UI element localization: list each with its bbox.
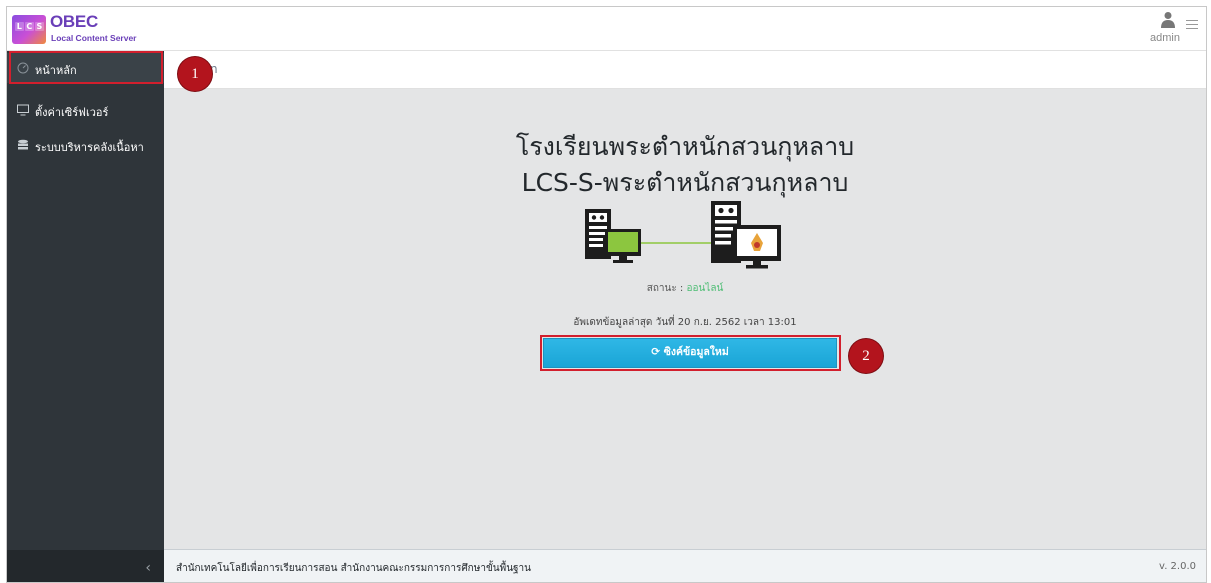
status-label: สถานะ : (646, 283, 684, 294)
central-server-icon (711, 201, 781, 269)
badge-letter: C (25, 22, 34, 31)
database-icon (18, 139, 28, 150)
sidebar: หน้าหลัก ตั้งค่าเซิร์ฟเวอร์ ระบบบริหารคล… (7, 51, 164, 582)
server-connection-diagram (585, 201, 781, 269)
highlight-box-home (9, 51, 163, 84)
badge-letter: L (15, 22, 24, 31)
user-menu[interactable]: admin (1148, 11, 1198, 47)
app-window: LCS OBEC Local Content Server admin หน้า… (6, 6, 1207, 583)
step-marker-1: 1 (178, 57, 212, 91)
logo-subtitle: Local Content Server (51, 33, 137, 43)
footer: สำนักเทคโนโลยีเพื่อการเรียนการสอน สำนักง… (164, 549, 1206, 582)
local-server-icon (585, 209, 641, 263)
chevron-left-icon: ‹ (145, 560, 151, 576)
sidebar-item-server-settings[interactable]: ตั้งค่าเซิร์ฟเวอร์ (7, 95, 164, 125)
highlight-box-sync (540, 335, 841, 371)
server-status: สถานะ : ออนไลน์ (164, 281, 1206, 296)
app-logo[interactable]: LCS OBEC Local Content Server (12, 12, 162, 46)
main-content: โรงเรียนพระตำหนักสวนกุหลาบ LCS-S-พระตำหน… (164, 89, 1206, 549)
app-version: v. 2.0.0 (1159, 561, 1196, 572)
server-name-heading: LCS-S-พระตำหนักสวนกุหลาบ (521, 168, 849, 197)
sidebar-minimizer[interactable]: ‹ (7, 550, 164, 582)
sidebar-item-label: ระบบบริหารคลังเนื้อหา (35, 141, 144, 154)
footer-organization: สำนักเทคโนโลยีเพื่อการเรียนการสอน สำนักง… (176, 563, 532, 574)
last-update-text: อัพเดทข้อมูลล่าสุด วันที่ 20 ก.ย. 2562 เ… (573, 317, 797, 328)
sidebar-item-content-management[interactable]: ระบบบริหารคลังเนื้อหา (7, 130, 164, 160)
school-name-heading: โรงเรียนพระตำหนักสวนกุหลาบ (515, 132, 855, 161)
lcs-badge-icon: LCS (12, 15, 46, 44)
user-name: admin (1150, 32, 1180, 44)
top-navbar: LCS OBEC Local Content Server admin (7, 7, 1206, 51)
status-badge: ออนไลน์ (686, 283, 724, 294)
logo-title: OBEC (50, 12, 98, 31)
user-icon (1161, 12, 1175, 28)
monitor-icon (17, 104, 29, 116)
hamburger-menu-icon[interactable] (1186, 20, 1198, 30)
sidebar-item-label: ตั้งค่าเซิร์ฟเวอร์ (35, 106, 109, 119)
step-marker-2: 2 (849, 339, 883, 373)
badge-letter: S (35, 22, 44, 31)
breadcrumb: n (164, 51, 1206, 89)
